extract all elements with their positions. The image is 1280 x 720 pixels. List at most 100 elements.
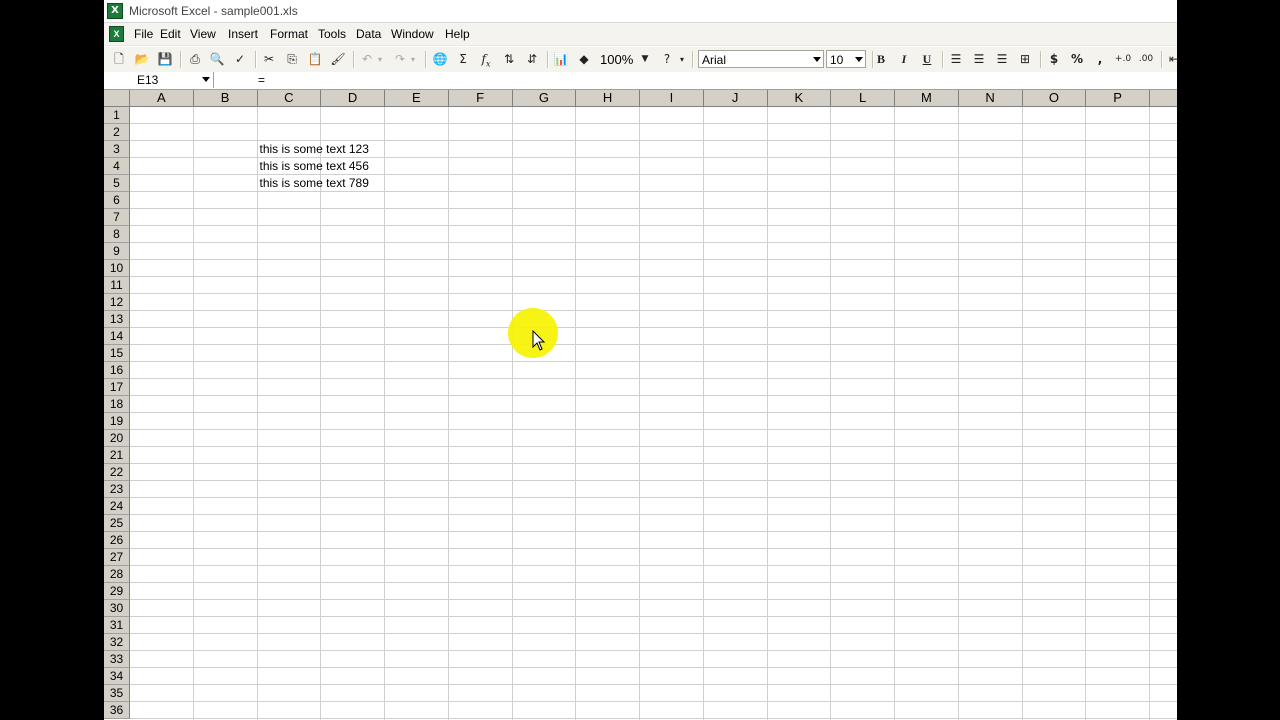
row-header-36[interactable]: 36 [104, 702, 130, 719]
column-header-g[interactable]: G [512, 90, 577, 107]
edit-formula-button[interactable]: = [258, 73, 265, 87]
zoom-value[interactable]: 100% [600, 51, 633, 68]
redo-dropdown-icon[interactable]: ▾ [408, 51, 418, 68]
chart-wizard-icon[interactable]: 📊 [552, 51, 570, 68]
decrease-indent-icon[interactable]: ⇤ [1165, 51, 1177, 68]
row-header-12[interactable]: 12 [104, 294, 130, 311]
menu-view[interactable]: View [190, 27, 216, 41]
currency-button[interactable]: $ [1045, 51, 1063, 68]
row-header-34[interactable]: 34 [104, 668, 130, 685]
menu-data[interactable]: Data [356, 27, 381, 41]
column-header-l[interactable]: L [831, 90, 895, 107]
row-header-29[interactable]: 29 [104, 583, 130, 600]
column-header-k[interactable]: K [767, 90, 832, 107]
row-header-32[interactable]: 32 [104, 634, 130, 651]
column-header-a[interactable]: A [130, 90, 194, 107]
column-header-c[interactable]: C [257, 90, 322, 107]
row-header-31[interactable]: 31 [104, 617, 130, 634]
row-header-23[interactable]: 23 [104, 481, 130, 498]
row-header-26[interactable]: 26 [104, 532, 130, 549]
paste-icon[interactable]: 📋 [306, 51, 324, 68]
column-header-partial[interactable] [1150, 90, 1177, 107]
menu-help[interactable]: Help [445, 27, 470, 41]
open-folder-icon[interactable]: 📂 [133, 51, 151, 68]
help-dropdown-icon[interactable]: ▾ [677, 51, 687, 68]
workbook-icon[interactable]: X [109, 26, 124, 42]
align-right-icon[interactable]: ☰ [993, 51, 1011, 68]
row-header-15[interactable]: 15 [104, 345, 130, 362]
row-header-27[interactable]: 27 [104, 549, 130, 566]
spelling-icon[interactable]: ✓ [231, 51, 249, 68]
row-header-11[interactable]: 11 [104, 277, 130, 294]
paste-function-icon[interactable]: fx [477, 51, 495, 68]
new-document-icon[interactable]: 🗋 [110, 51, 128, 68]
row-header-16[interactable]: 16 [104, 362, 130, 379]
align-center-icon[interactable]: ☰ [970, 51, 988, 68]
sort-ascending-icon[interactable]: ⇅ [500, 51, 518, 68]
row-header-10[interactable]: 10 [104, 260, 130, 277]
column-header-i[interactable]: I [640, 90, 704, 107]
row-header-2[interactable]: 2 [104, 124, 130, 141]
excel-app-icon[interactable]: X [107, 3, 123, 19]
menu-tools[interactable]: Tools [318, 27, 346, 41]
font-name-combo[interactable]: Arial [698, 50, 824, 68]
row-header-19[interactable]: 19 [104, 413, 130, 430]
font-size-combo[interactable]: 10 [826, 50, 866, 68]
format-painter-icon[interactable]: 🖌 [329, 51, 347, 68]
column-header-n[interactable]: N [958, 90, 1023, 107]
cell-c4[interactable]: this is some text 456 [260, 158, 369, 174]
row-header-6[interactable]: 6 [104, 192, 130, 209]
worksheet-grid[interactable]: A B C D E F G H I J K L M N O P 1 2 3 4 5 6 7 8 9 10 11 12 13 14 15 16 1… [104, 90, 1177, 720]
sort-descending-icon[interactable]: ⇵ [523, 51, 541, 68]
row-header-7[interactable]: 7 [104, 209, 130, 226]
chevron-down-icon[interactable] [202, 77, 210, 82]
name-box[interactable]: E13 [104, 72, 214, 88]
row-header-30[interactable]: 30 [104, 600, 130, 617]
row-header-35[interactable]: 35 [104, 685, 130, 702]
cell-c3[interactable]: this is some text 123 [260, 141, 369, 157]
column-header-b[interactable]: B [193, 90, 258, 107]
row-header-1[interactable]: 1 [104, 107, 130, 124]
row-header-4[interactable]: 4 [104, 158, 130, 175]
row-header-13[interactable]: 13 [104, 311, 130, 328]
underline-button[interactable]: U [918, 51, 936, 68]
row-header-21[interactable]: 21 [104, 447, 130, 464]
help-icon[interactable]: ? [658, 51, 676, 68]
row-header-8[interactable]: 8 [104, 226, 130, 243]
italic-button[interactable]: I [895, 51, 913, 68]
column-header-h[interactable]: H [576, 90, 640, 107]
column-header-f[interactable]: F [448, 90, 513, 107]
menu-edit[interactable]: Edit [160, 27, 181, 41]
row-header-28[interactable]: 28 [104, 566, 130, 583]
copy-icon[interactable]: ⎘ [283, 51, 301, 68]
autosum-icon[interactable]: Σ [454, 51, 472, 68]
row-header-20[interactable]: 20 [104, 430, 130, 447]
column-header-o[interactable]: O [1022, 90, 1087, 107]
align-left-icon[interactable]: ☰ [947, 51, 965, 68]
undo-icon[interactable]: ↶ [358, 51, 376, 68]
row-header-3[interactable]: 3 [104, 141, 130, 158]
column-header-j[interactable]: J [703, 90, 768, 107]
zoom-dropdown-icon[interactable]: ▼ [639, 51, 651, 68]
column-header-p[interactable]: P [1086, 90, 1150, 107]
cell-c5[interactable]: this is some text 789 [260, 175, 369, 191]
redo-icon[interactable]: ↷ [391, 51, 409, 68]
menu-format[interactable]: Format [270, 27, 308, 41]
row-header-33[interactable]: 33 [104, 651, 130, 668]
row-header-17[interactable]: 17 [104, 379, 130, 396]
select-all-button[interactable] [104, 90, 130, 107]
row-header-5[interactable]: 5 [104, 175, 130, 192]
menu-insert[interactable]: Insert [228, 27, 258, 41]
menu-file[interactable]: File [134, 27, 153, 41]
row-header-22[interactable]: 22 [104, 464, 130, 481]
comma-button[interactable]: , [1091, 51, 1109, 68]
undo-dropdown-icon[interactable]: ▾ [375, 51, 385, 68]
row-header-9[interactable]: 9 [104, 243, 130, 260]
row-header-24[interactable]: 24 [104, 498, 130, 515]
column-header-m[interactable]: M [895, 90, 959, 107]
decrease-decimal-icon[interactable]: .00 [1137, 51, 1155, 68]
web-globe-icon[interactable]: 🌐 [431, 51, 449, 68]
column-header-e[interactable]: E [385, 90, 449, 107]
menu-window[interactable]: Window [391, 27, 434, 41]
drawing-icon[interactable]: ◆ [575, 51, 593, 68]
